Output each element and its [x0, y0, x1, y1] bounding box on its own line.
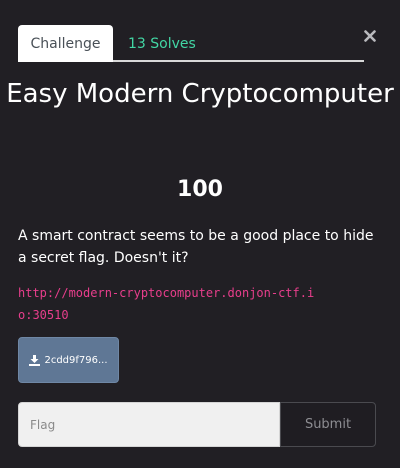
submit-button[interactable]: Submit	[280, 402, 376, 447]
tab-solves[interactable]: 13 Solves	[128, 25, 196, 62]
flag-input[interactable]	[18, 402, 280, 447]
download-icon	[29, 354, 41, 366]
challenge-value: 100	[177, 177, 223, 202]
download-file-label: 2cdd9f796...	[44, 354, 108, 366]
tab-bar: Challenge 13 Solves	[18, 25, 364, 62]
challenge-name: Easy Modern Cryptocomputer	[6, 79, 394, 109]
challenge-url: http://modern-cryptocomputer.donjon-ctf.…	[18, 286, 315, 322]
tab-challenge[interactable]: Challenge	[18, 25, 113, 62]
download-file-button[interactable]: 2cdd9f796...	[18, 337, 119, 383]
challenge-description: A smart contract seems to be a good plac…	[18, 228, 374, 266]
